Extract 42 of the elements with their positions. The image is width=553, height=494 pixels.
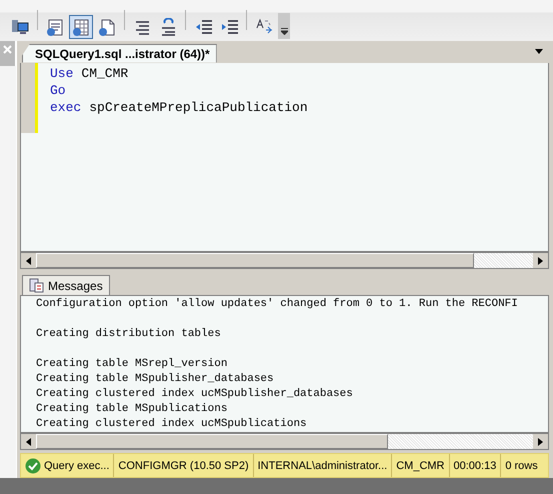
scroll-thumb[interactable] — [36, 434, 388, 449]
horizontal-scrollbar[interactable] — [20, 252, 549, 269]
status-text: CM_CMR — [396, 460, 444, 472]
sql-identifier: CM_CMR — [81, 64, 128, 82]
status-text: 0 rows — [505, 460, 538, 472]
scroll-left-icon — [26, 438, 31, 446]
increase-indent-icon — [220, 18, 238, 36]
messages-tab[interactable]: Messages — [22, 275, 110, 296]
scroll-right-icon — [538, 438, 543, 446]
toolbar-button[interactable] — [69, 15, 93, 39]
document-tab[interactable]: SQLQuery1.sql ...istrator (64))* — [22, 44, 217, 63]
dropdown-caret-icon — [535, 49, 543, 54]
server-computer-icon — [10, 18, 30, 36]
success-check-icon — [25, 458, 41, 474]
horizontal-scrollbar[interactable] — [20, 433, 549, 450]
message-line: Creating clustered index ucMSpublisher_databases — [36, 387, 354, 402]
message-line: Configuration option 'allow updates' changed from 0 to 1. Run the RECONFI — [36, 297, 519, 312]
message-line: Creating table MSrepl_version — [36, 357, 228, 372]
message-line: Creating clustered index ucMSpublications — [36, 417, 308, 432]
scroll-thumb[interactable] — [36, 253, 474, 268]
message-line: Creating distribution tables — [36, 327, 222, 342]
sql-keyword: Use — [50, 64, 74, 82]
status-text: INTERNAL\administrator... — [258, 460, 388, 472]
status-text: 00:00:13 — [454, 460, 496, 472]
status-text: Query exec... — [44, 460, 110, 472]
grid-results-icon — [72, 18, 90, 36]
decrease-indent-icon — [194, 18, 212, 36]
sql-keyword: exec — [50, 98, 82, 116]
messages-icon — [29, 278, 44, 294]
scroll-left-icon — [26, 256, 31, 265]
code-editor[interactable]: Use CM_CMR Go exec spCreateMPreplicaPublication — [20, 62, 549, 252]
scroll-right-icon — [538, 256, 543, 265]
message-line: Creating table MSpublisher_databases — [36, 372, 275, 388]
sql-identifier: spCreateMPreplicaPublication — [89, 98, 308, 116]
text-results-icon — [46, 18, 64, 36]
file-results-icon — [98, 18, 116, 36]
sql-keyword: Go — [50, 82, 66, 99]
status-text: CONFIGMGR (10.50 SP2) — [118, 460, 249, 472]
close-icon — [3, 45, 12, 54]
message-line: Creating table MSpublications — [36, 402, 228, 418]
overflow-caret-icon — [280, 28, 288, 35]
overflow-button[interactable] — [278, 13, 290, 39]
